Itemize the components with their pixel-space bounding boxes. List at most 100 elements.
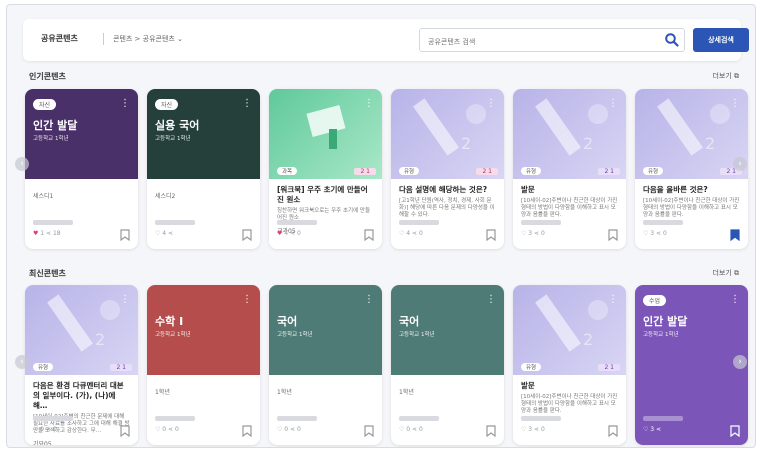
card-thumbnail: 2 유형 2 1 ⋮ xyxy=(513,285,626,375)
card-thumbnail: 자신 인간 발달 고등학교 1학년 ⋮ xyxy=(25,89,138,179)
card-thumbnail: 2 유형 2 1 ⋮ xyxy=(635,89,748,179)
external-link-icon: ⧉ xyxy=(734,72,739,80)
like-count: 0 xyxy=(160,426,169,433)
share-count: 0 xyxy=(539,426,545,433)
bookmark-icon[interactable] xyxy=(608,425,618,437)
like-count: 4 xyxy=(160,230,169,237)
card-footer: ♡ 3 ⋖ xyxy=(643,425,740,437)
bookmark-icon[interactable] xyxy=(120,229,130,241)
more-options-icon[interactable]: ⋮ xyxy=(608,295,618,305)
more-options-icon[interactable]: ⋮ xyxy=(120,295,130,305)
bookmark-icon[interactable] xyxy=(364,229,374,241)
bookmark-icon[interactable] xyxy=(486,425,496,437)
share-icon[interactable]: ⋖ xyxy=(168,230,173,237)
recent-more-link[interactable]: 더보기 ⧉ xyxy=(712,268,739,278)
card-stats: ♥ 1 ⋖ 18 xyxy=(33,230,61,237)
bookmark-icon[interactable] xyxy=(364,425,374,437)
content-card[interactable]: 국어 고등학교 1학년 ⋮ 1학년 ♡ 0 ⋖ 0 xyxy=(391,285,504,445)
prev-arrow-button[interactable]: ‹ xyxy=(15,355,29,369)
grade-badge: 2 1 xyxy=(476,168,498,175)
more-options-icon[interactable]: ⋮ xyxy=(730,99,740,109)
content-card[interactable]: 자신 실용 국어 고등학교 1학년 ⋮ 세스디2 ♡ 4 ⋖ xyxy=(147,89,260,249)
blurred-meta xyxy=(33,220,73,225)
more-label: 더보기 xyxy=(712,72,732,80)
content-card[interactable]: 2 유형 2 1 ⋮ 발문 [10세이-02]주변이나 친근한 대상이 가진 형태의 방법… xyxy=(513,285,626,445)
detail-search-button[interactable]: 상세검색 xyxy=(693,28,749,52)
content-card[interactable]: 수업 인간 발달 고등학교 1학년 ⋮ ♡ 3 ⋖ xyxy=(635,285,748,445)
popular-section-title: 인기콘텐츠 xyxy=(29,72,66,81)
card-title: 다음을 올바른 것은? xyxy=(643,185,708,194)
more-options-icon[interactable]: ⋮ xyxy=(242,295,252,305)
card-grade-level: 고등학교 1학년 xyxy=(399,332,435,338)
content-card[interactable]: 자신 인간 발달 고등학교 1학년 ⋮ 세스디1 ♥ 1 ⋖ 18 xyxy=(25,89,138,249)
card-stats: ♡ 3 ⋖ xyxy=(643,426,661,433)
card-title: 다음 설명에 해당하는 것은? xyxy=(399,185,488,194)
external-link-icon: ⧉ xyxy=(734,269,739,277)
card-description: [고1학년 단원(역사, 정치, 경제, 사회 문화)] 해당에 따른 다음 문… xyxy=(399,198,495,218)
content-card[interactable]: 2 유형 2 1 ⋮ 발문 [10세이-02]주변이나 친근한 대상이 가진 형태의 방법… xyxy=(513,89,626,249)
card-grade-level: 고등학교 1학년 xyxy=(277,332,313,338)
search-input[interactable] xyxy=(428,32,648,52)
page-title: 공유콘텐츠 xyxy=(41,34,78,43)
card-footer: ♥ 4 ⋖ 0 xyxy=(277,229,374,241)
bookmark-filled-icon[interactable] xyxy=(730,229,740,241)
content-card[interactable]: 2 유형 2 1 ⋮ 다음을 올바른 것은? [10세이-02]주변이나 친근한 대상이 … xyxy=(635,89,748,249)
more-options-icon[interactable]: ⋮ xyxy=(364,99,374,109)
card-type-badge: 수업 xyxy=(643,295,667,306)
more-options-icon[interactable]: ⋮ xyxy=(486,295,496,305)
more-options-icon[interactable]: ⋮ xyxy=(364,295,374,305)
blurred-meta xyxy=(643,416,683,421)
card-stats: ♡ 0 ⋖ 0 xyxy=(399,426,423,433)
bookmark-icon[interactable] xyxy=(242,229,252,241)
share-count: 0 xyxy=(173,426,179,433)
like-count: 3 xyxy=(648,230,657,237)
breadcrumb[interactable]: 콘텐츠 > 공유콘텐츠 ⌄ xyxy=(113,34,183,44)
more-options-icon[interactable]: ⋮ xyxy=(486,99,496,109)
like-count: 0 xyxy=(282,426,291,433)
card-grade-level: 고등학교 1학년 xyxy=(643,332,679,338)
blurred-meta xyxy=(521,416,561,421)
share-count: 0 xyxy=(539,230,545,237)
like-count: 3 xyxy=(526,426,535,433)
content-card[interactable]: 2 유형 2 1 ⋮ 다음은 환경 다큐멘터리 대본의 일부이다. (가), (나)에 … xyxy=(25,285,138,445)
card-thumbnail: 과목 2 1 ⋮ xyxy=(269,89,382,179)
more-options-icon[interactable]: ⋮ xyxy=(242,99,252,109)
bookmark-icon[interactable] xyxy=(486,229,496,241)
card-footer: ♡ 3 ⋖ 0 xyxy=(643,229,740,241)
content-card[interactable]: 수학 I 고등학교 1학년 ⋮ 1학년 ♡ 0 ⋖ 0 xyxy=(147,285,260,445)
next-arrow-button[interactable]: › xyxy=(733,157,747,171)
blurred-meta xyxy=(399,220,439,225)
bookmark-icon[interactable] xyxy=(730,425,740,437)
card-author: 1학년 xyxy=(399,389,414,396)
card-thumbnail: 2 유형 2 1 ⋮ xyxy=(513,89,626,179)
card-grade-level: 고등학교 1학년 xyxy=(155,332,191,338)
prev-arrow-button[interactable]: ‹ xyxy=(15,157,29,171)
card-body: 1학년 ♡ 0 ⋖ 0 xyxy=(391,375,504,445)
more-options-icon[interactable]: ⋮ xyxy=(608,99,618,109)
card-stats: ♡ 3 ⋖ 0 xyxy=(643,230,667,237)
blurred-meta xyxy=(33,416,73,421)
share-count: 0 xyxy=(417,230,423,237)
more-options-icon[interactable]: ⋮ xyxy=(730,295,740,305)
bookmark-icon[interactable] xyxy=(608,229,618,241)
like-count: 4 xyxy=(282,230,291,237)
popular-more-link[interactable]: 더보기 ⧉ xyxy=(712,71,739,81)
more-options-icon[interactable]: ⋮ xyxy=(120,99,130,109)
card-footer: ♡ 4 ⋖ 0 xyxy=(399,229,496,241)
content-card[interactable]: 2 유형 2 1 ⋮ 다음 설명에 해당하는 것은? [고1학년 단원(역사, 정치, 경… xyxy=(391,89,504,249)
card-footer: ♡ 3 ⋖ 0 xyxy=(521,425,618,437)
bookmark-icon[interactable] xyxy=(120,425,130,437)
card-stats: ♡ 4 ⋖ 0 xyxy=(399,230,423,237)
content-card[interactable]: 과목 2 1 ⋮ [워크북] 우주 초기에 만들어진 원소 칭찬하면 워크북으로는 우주… xyxy=(269,89,382,249)
share-icon[interactable]: ⋖ xyxy=(656,426,661,433)
card-footer: ♡ 0 ⋖ 0 xyxy=(155,425,252,437)
content-card[interactable]: 국어 고등학교 1학년 ⋮ 1학년 ♡ 0 ⋖ 0 xyxy=(269,285,382,445)
content-frame: 공유콘텐츠 콘텐츠 > 공유콘텐츠 ⌄ 상세검색 인기콘텐츠 더보기 ⧉ 자신인… xyxy=(6,4,756,448)
card-body: ♡ 3 ⋖ xyxy=(635,375,748,445)
share-count: 0 xyxy=(51,426,57,433)
search-icon[interactable] xyxy=(664,32,680,48)
grade-badge: 2 1 xyxy=(354,168,376,175)
card-description: [10세이-02]주변이나 친근한 대상이 가진 형태의 방법이 다양함을 이해… xyxy=(521,198,618,218)
bookmark-icon[interactable] xyxy=(242,425,252,437)
next-arrow-button[interactable]: › xyxy=(733,355,747,369)
